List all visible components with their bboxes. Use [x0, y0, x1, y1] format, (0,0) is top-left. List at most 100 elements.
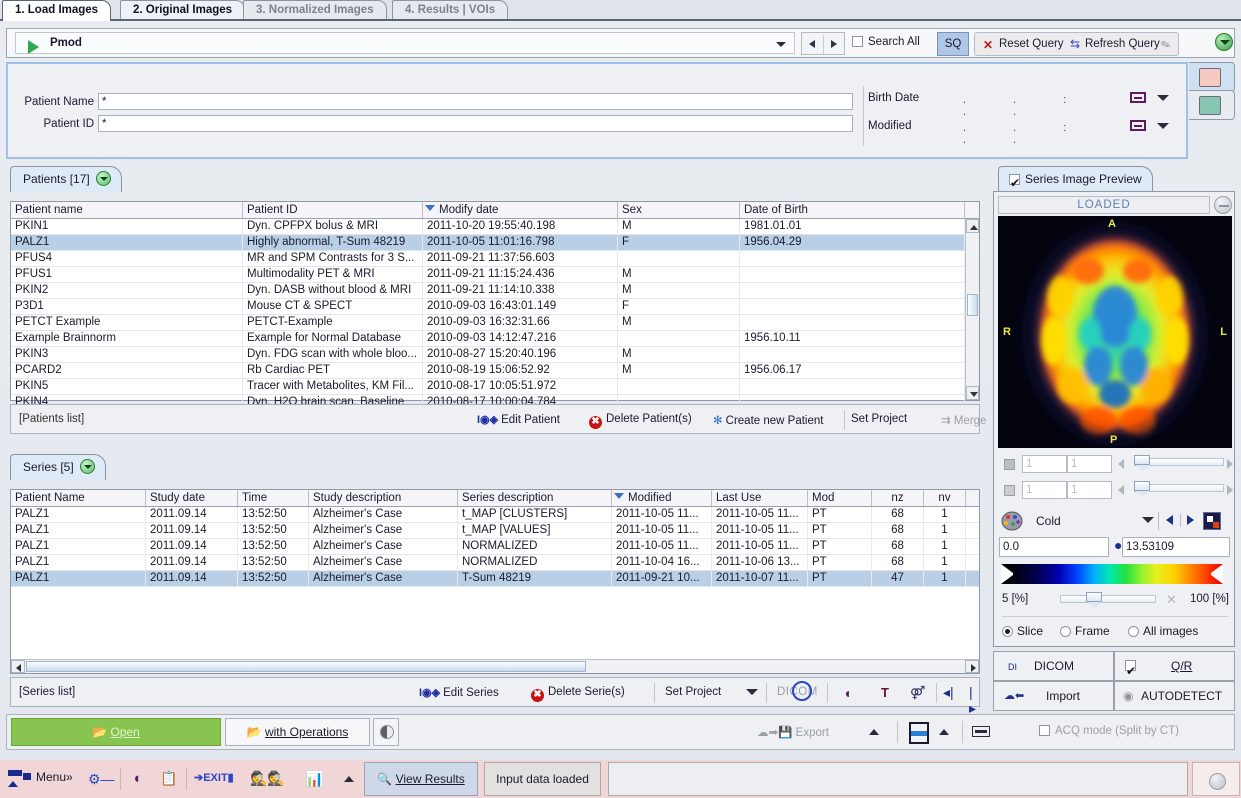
export-button[interactable]: ☁➡💾 Export [757, 725, 829, 739]
prev-icon[interactable] [809, 40, 815, 48]
max-value-input[interactable]: 13.53109 [1122, 537, 1230, 557]
column-header-time[interactable]: Time [238, 490, 309, 506]
column-header-series-description[interactable]: Series description [458, 490, 612, 506]
import-button[interactable]: ☁⬅ Import [993, 681, 1114, 711]
column-header-patient-name[interactable]: Patient name [11, 202, 243, 218]
series-image-preview-tab[interactable]: Series Image Preview [998, 166, 1153, 196]
modified-fields[interactable]: . . : . . [963, 122, 1123, 146]
palette-icon[interactable] [1001, 511, 1023, 531]
autodetect-button[interactable]: ◉ AUTODETECT [1114, 681, 1235, 711]
menu-button[interactable]: Menu» [36, 770, 73, 784]
query-options-orb[interactable] [1215, 33, 1233, 51]
table-row[interactable]: PFUS4 MR and SPM Contrasts for 3 S... 2011… [11, 251, 965, 267]
table-row[interactable]: PALZ1 Highly abnormal, T-Sum 48219 2011-10… [11, 235, 965, 251]
database-select[interactable]: Pmod [15, 32, 795, 54]
table-row[interactable]: PALZ1 2011.09.14 13:52:50 Alzheimer's Case N… [11, 555, 979, 571]
chart-icon[interactable]: 📊 [305, 770, 324, 788]
modified-dropdown-icon[interactable] [1157, 123, 1169, 129]
column-header-modify-date[interactable]: Modify date [423, 202, 618, 218]
color-scale-bar[interactable] [1001, 564, 1223, 584]
scroll-right-icon[interactable] [965, 660, 979, 673]
table-row[interactable]: PALZ1 2011.09.14 13:52:50 Alzheimer's Case T… [11, 571, 979, 587]
tab-original-images[interactable]: 2. Original Images [120, 0, 246, 20]
pet-brain-image[interactable]: A R L P [998, 216, 1232, 448]
query-nav-buttons[interactable] [801, 32, 845, 55]
frame-marker-icon[interactable] [1004, 485, 1015, 496]
tab-load-images[interactable]: 1. Load Images [2, 0, 112, 21]
acq-mode-checkbox[interactable]: ACQ mode (Split by CT) [1039, 725, 1179, 737]
column-header-sex[interactable]: Sex [618, 202, 740, 218]
prev-icon[interactable]: ◂| [943, 684, 954, 701]
series-horizontal-scrollbar[interactable] [11, 659, 979, 673]
column-header-study-description[interactable]: Study description [309, 490, 458, 506]
expand-icon[interactable] [972, 726, 990, 737]
slice-marker-icon[interactable] [1004, 459, 1015, 470]
column-header-patient-id[interactable]: Patient ID [243, 202, 423, 218]
exit-icon[interactable]: ➔EXIT▮ [194, 771, 234, 784]
up-icon[interactable] [344, 776, 354, 782]
slice-start-input[interactable]: 1 [1022, 455, 1067, 473]
reset-query-button[interactable]: Reset Query [999, 38, 1064, 50]
series-options-orb[interactable] [79, 459, 95, 474]
patient-face-icon-tab[interactable] [1189, 62, 1235, 92]
table-row[interactable]: PKIN5 Tracer with Metabolites, KM Fil... 2… [11, 379, 965, 395]
pen-icon[interactable]: ✎ [1159, 37, 1173, 54]
sq-button[interactable]: SQ [937, 32, 969, 56]
preview-checkbox[interactable] [1009, 171, 1020, 196]
column-header-last-use[interactable]: Last Use [712, 490, 808, 506]
set-project-button[interactable]: Set Project [851, 413, 907, 425]
table-row[interactable]: Example Brainnorm Example for Normal Data… [11, 331, 965, 347]
slice-prev-icon[interactable] [1118, 459, 1124, 469]
birth-date-fields[interactable]: . . : . . [963, 94, 1123, 118]
min-value-input[interactable]: 0.0 [999, 537, 1109, 557]
delete-series-button[interactable]: ✖ Delete Serie(s) [531, 686, 625, 702]
patients-options-orb[interactable] [95, 171, 111, 186]
series-table[interactable]: Patient Name Study date Time Study descr… [10, 489, 980, 674]
frame-end-input[interactable]: 1 [1067, 481, 1112, 499]
colortable-dropdown-icon[interactable] [1142, 517, 1154, 523]
series-tab[interactable]: Series [5] [10, 454, 106, 480]
invert-colortable-icon[interactable] [1203, 512, 1221, 530]
column-header-study-date[interactable]: Study date [146, 490, 238, 506]
create-new-patient-button[interactable]: ✻ Create new Patient [713, 413, 823, 427]
column-header-mod[interactable]: Mod [808, 490, 872, 506]
radio-all-images[interactable]: All images [1128, 624, 1198, 638]
table-row[interactable]: PALZ1 2011.09.14 13:52:50 Alzheimer's Case t… [11, 523, 979, 539]
scroll-up-icon[interactable] [966, 219, 979, 233]
dicom-button[interactable]: DI DICOM [993, 651, 1114, 681]
contrast-icon[interactable]: ◖ [843, 685, 851, 701]
delete-patient-button[interactable]: ✖ Delete Patient(s) [589, 413, 692, 429]
refresh-query-button[interactable]: Refresh Query [1085, 38, 1160, 50]
birth-date-dropdown-icon[interactable] [1157, 95, 1169, 101]
edit-series-button[interactable]: I◉◈ Edit Series [419, 686, 499, 699]
next-icon[interactable] [831, 40, 837, 48]
scroll-left-icon[interactable] [11, 660, 25, 673]
modified-calendar-icon[interactable] [1130, 120, 1146, 131]
colortable-next-icon[interactable] [1187, 515, 1194, 525]
patients-vertical-scrollbar[interactable] [965, 219, 979, 400]
patients-tab[interactable]: Patients [17] [10, 166, 122, 192]
tab-normalized-images[interactable]: 3. Normalized Images [243, 0, 387, 20]
table-row[interactable]: PCARD2 Rb Cardiac PET 2010-08-19 15:06:52.… [11, 363, 965, 379]
status-indicator-orb[interactable] [1192, 762, 1240, 796]
slice-end-input[interactable]: 1 [1067, 455, 1112, 473]
column-header-nz[interactable]: nz [872, 490, 924, 506]
chevron-down-icon[interactable] [776, 42, 786, 47]
layout-icon[interactable] [909, 722, 929, 744]
column-header-modified[interactable]: Modified [612, 490, 712, 506]
set-project-button[interactable]: Set Project [665, 686, 721, 698]
scroll-down-icon[interactable] [966, 386, 979, 400]
chevron-down-icon[interactable] [746, 689, 758, 695]
table-row[interactable]: PETCT Example PETCT-Example 2010-09-03 16:… [11, 315, 965, 331]
text-icon[interactable]: T [881, 685, 889, 700]
tab-results-vois[interactable]: 4. Results | VOIs [392, 0, 509, 20]
contrast-icon[interactable]: ◖ [132, 770, 141, 787]
anonymize-icon[interactable]: ⚤ [910, 685, 925, 701]
radio-frame[interactable]: Frame [1060, 624, 1110, 638]
table-row[interactable]: PALZ1 2011.09.14 13:52:50 Alzheimer's Case N… [11, 539, 979, 555]
threshold-slider-knob[interactable] [1086, 592, 1102, 608]
patient-add-icon-tab[interactable] [1189, 90, 1235, 120]
threshold-clear-icon[interactable]: ✕ [1166, 592, 1177, 608]
patient-name-input[interactable]: * [98, 93, 853, 110]
settings-icon[interactable]: ⚙— [88, 771, 115, 788]
